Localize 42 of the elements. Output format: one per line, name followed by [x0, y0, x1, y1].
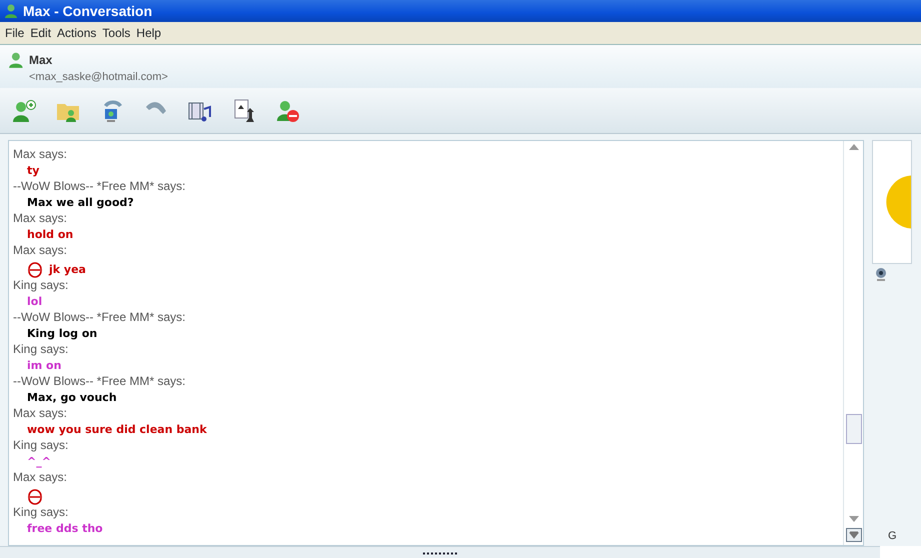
- message-text: Max we all good?: [27, 195, 134, 211]
- message-text: ^_^: [27, 454, 51, 470]
- card-chess-icon[interactable]: [232, 98, 256, 122]
- sender-line: King says:: [13, 342, 70, 357]
- contact-email: <max_saske@hotmail.com>: [29, 70, 168, 85]
- message-text: im on: [27, 358, 62, 374]
- message-text: lol: [27, 294, 42, 310]
- scroll-end-icon[interactable]: [846, 528, 862, 542]
- message-text: wow you sure did clean bank: [27, 422, 207, 438]
- sender-line: Max says:: [13, 406, 68, 421]
- sender-line: King says:: [13, 505, 70, 520]
- sender-line: King says:: [13, 278, 70, 293]
- sender-line: Max says:: [13, 243, 68, 258]
- message-text: Max, go vouch: [27, 390, 117, 406]
- message-text: King log on: [27, 326, 98, 342]
- sender-line: Max says:: [13, 147, 68, 162]
- sender-line: Max says:: [13, 211, 68, 226]
- message-text: jk yea: [49, 262, 86, 278]
- menu-item[interactable]: Tools: [101, 24, 136, 42]
- block-contact-icon[interactable]: [276, 98, 300, 122]
- add-contact-icon[interactable]: [12, 98, 36, 122]
- sender-line: Max says:: [13, 470, 68, 485]
- side-label: G: [888, 528, 898, 544]
- sender-line: --WoW Blows-- *Free MM* says:: [13, 310, 186, 325]
- menu-item[interactable]: Actions: [56, 24, 102, 42]
- message-text: free dds tho: [27, 521, 103, 537]
- menu-item[interactable]: Edit: [29, 24, 56, 42]
- scroll-down-icon[interactable]: [848, 516, 858, 522]
- menu-item[interactable]: File: [4, 24, 30, 42]
- window-title: Max - Conversation: [23, 2, 152, 20]
- contact-name: Max: [29, 52, 54, 69]
- webcam-icon[interactable]: [875, 267, 887, 281]
- sender-line: --WoW Blows-- *Free MM* says:: [13, 179, 186, 194]
- scroll-up-icon[interactable]: [848, 144, 858, 150]
- sender-line: King says:: [13, 438, 70, 453]
- sender-line: --WoW Blows-- *Free MM* says:: [13, 374, 186, 389]
- menu-item[interactable]: Help: [135, 24, 166, 42]
- buddy-icon: [4, 3, 20, 19]
- message-text: ty: [27, 163, 40, 179]
- message-text: hold on: [27, 227, 74, 243]
- scroll-thumb[interactable]: [846, 414, 862, 444]
- splitter-grip-icon[interactable]: [422, 552, 458, 554]
